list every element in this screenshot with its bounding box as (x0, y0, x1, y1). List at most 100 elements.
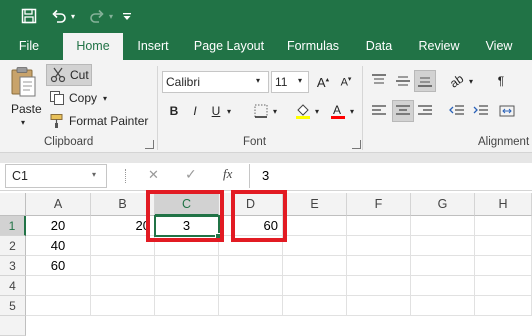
cell-f4[interactable] (347, 276, 411, 296)
enter-icon[interactable]: ✓ (185, 166, 197, 183)
align-right-button[interactable] (414, 100, 436, 122)
cell-a5[interactable] (26, 296, 91, 316)
cell-e3[interactable] (283, 256, 347, 276)
align-center-icon (396, 105, 410, 115)
ribbon-home: Paste ▾ Cut Copy ▾ Format Painter Clipbo… (0, 60, 532, 153)
redo-button[interactable] (86, 6, 108, 26)
cell-a1[interactable]: 20 (26, 216, 91, 236)
cell-g3[interactable] (411, 256, 475, 276)
cell-e5[interactable] (283, 296, 347, 316)
chevron-down-icon: ▾ (226, 106, 231, 116)
tab-view[interactable]: View (476, 33, 522, 60)
undo-dropdown[interactable]: ▾ (68, 6, 78, 26)
cell-d4[interactable] (219, 276, 283, 296)
middle-align-button[interactable] (392, 70, 414, 92)
bottom-align-button[interactable] (414, 70, 436, 92)
italic-button[interactable]: I (184, 100, 206, 122)
tab-page-layout[interactable]: Page Layout (188, 33, 270, 60)
cell-g1[interactable] (411, 216, 475, 236)
formula-input[interactable]: 3 (249, 164, 532, 188)
copy-button[interactable]: Copy ▾ (46, 87, 108, 109)
font-color-dropdown[interactable]: ▾ (347, 100, 357, 122)
customize-qat-button[interactable] (120, 6, 134, 26)
column-header-a[interactable]: A (26, 193, 91, 216)
clipboard-dialog-launcher[interactable] (145, 140, 154, 149)
cell-h2[interactable] (475, 236, 532, 256)
font-color-button[interactable]: A (327, 100, 349, 122)
row-header-5[interactable]: 5 (0, 296, 26, 316)
cell-f3[interactable] (347, 256, 411, 276)
align-center-button[interactable] (392, 100, 414, 122)
paste-button[interactable]: Paste ▾ (6, 64, 42, 130)
cell-b5[interactable] (91, 296, 155, 316)
column-header-f[interactable]: F (347, 193, 411, 216)
cell-b3[interactable] (91, 256, 155, 276)
bold-button[interactable]: B (163, 100, 185, 122)
decrease-indent-button[interactable] (446, 100, 468, 122)
insert-function-icon[interactable]: fx (223, 166, 232, 182)
cell-f5[interactable] (347, 296, 411, 316)
column-header-h[interactable]: H (475, 193, 532, 216)
worksheet-grid[interactable]: A B C D E F G H 1 2 3 4 5 20 20 3 60 40 … (0, 190, 532, 336)
increase-indent-button[interactable] (470, 100, 492, 122)
tab-file[interactable]: File (10, 33, 48, 60)
tab-formulas[interactable]: Formulas (280, 33, 346, 60)
row-header-1[interactable]: 1 (0, 216, 26, 236)
cell-h4[interactable] (475, 276, 532, 296)
tab-data[interactable]: Data (357, 33, 401, 60)
increase-font-size-button[interactable]: A▴ (312, 71, 334, 93)
orientation-dropdown[interactable]: ▾ (466, 70, 476, 92)
font-name-dropdown[interactable]: Calibri ▾ (162, 71, 269, 93)
row-header-2[interactable]: 2 (0, 236, 26, 256)
align-left-button[interactable] (368, 100, 390, 122)
redo-dropdown[interactable]: ▾ (106, 6, 116, 26)
select-all-corner[interactable] (0, 193, 26, 216)
format-painter-button[interactable]: Format Painter (46, 110, 154, 132)
cell-b4[interactable] (91, 276, 155, 296)
cell-e1[interactable] (283, 216, 347, 236)
row-header-6[interactable] (0, 316, 26, 336)
tab-review[interactable]: Review (411, 33, 467, 60)
cell-f2[interactable] (347, 236, 411, 256)
borders-dropdown[interactable]: ▾ (270, 100, 280, 122)
fill-color-button[interactable] (292, 100, 314, 122)
cell-c4[interactable] (155, 276, 219, 296)
borders-button[interactable] (250, 100, 272, 122)
cell-g5[interactable] (411, 296, 475, 316)
tab-insert[interactable]: Insert (128, 33, 178, 60)
row-header-4[interactable]: 4 (0, 276, 26, 296)
name-box[interactable]: C1 ▾ (5, 164, 107, 188)
cell-c5[interactable] (155, 296, 219, 316)
font-size-dropdown[interactable]: 11 ▾ (271, 71, 309, 93)
wrap-text-button[interactable]: ¶ (490, 70, 512, 92)
font-dialog-launcher[interactable] (352, 140, 361, 149)
column-header-g[interactable]: G (411, 193, 475, 216)
cell-a4[interactable] (26, 276, 91, 296)
cell-g4[interactable] (411, 276, 475, 296)
top-align-button[interactable] (368, 70, 390, 92)
row-header-3[interactable]: 3 (0, 256, 26, 276)
cell-f1[interactable] (347, 216, 411, 236)
cell-a3[interactable]: 60 (26, 256, 91, 276)
fill-color-dropdown[interactable]: ▾ (312, 100, 322, 122)
column-header-e[interactable]: E (283, 193, 347, 216)
cut-button[interactable]: Cut (46, 64, 92, 86)
cell-d5[interactable] (219, 296, 283, 316)
undo-button[interactable] (48, 6, 70, 26)
cell-e2[interactable] (283, 236, 347, 256)
cell-h3[interactable] (475, 256, 532, 276)
cell-h5[interactable] (475, 296, 532, 316)
cancel-icon[interactable]: ✕ (148, 167, 159, 183)
cell-h1[interactable] (475, 216, 532, 236)
merge-center-button[interactable] (496, 100, 518, 122)
cell-c3[interactable] (155, 256, 219, 276)
cell-e4[interactable] (283, 276, 347, 296)
orientation-button[interactable]: ab (446, 70, 468, 92)
decrease-font-size-button[interactable]: A▾ (335, 71, 357, 93)
cell-g2[interactable] (411, 236, 475, 256)
underline-dropdown[interactable]: ▾ (224, 100, 234, 122)
cell-a2[interactable]: 40 (26, 236, 91, 256)
tab-home[interactable]: Home (63, 33, 123, 60)
cell-d3[interactable] (219, 256, 283, 276)
save-button[interactable] (18, 6, 40, 26)
